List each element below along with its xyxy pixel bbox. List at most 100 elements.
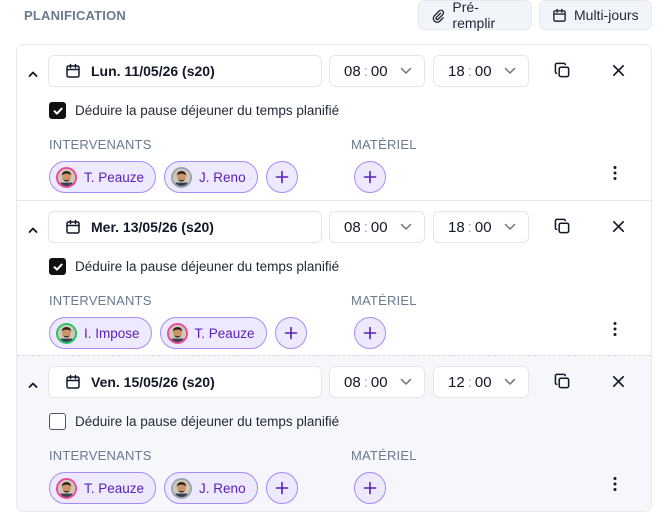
materiel-label: MATÉRIEL: [351, 448, 417, 463]
end-minute: 00: [474, 373, 492, 391]
avatar: [166, 322, 188, 344]
intervenant-name: T. Peauze: [84, 169, 145, 185]
prefill-label: Pré-remplir: [452, 0, 496, 31]
date-value: Mer. 13/05/26 (s20): [91, 219, 214, 235]
prefill-button[interactable]: Pré-remplir: [418, 0, 532, 31]
add-intervenant-button[interactable]: [274, 317, 307, 349]
close-icon[interactable]: [611, 63, 626, 78]
kebab-icon[interactable]: [612, 321, 618, 337]
add-materiel-button[interactable]: [354, 317, 386, 349]
avatar: [171, 166, 193, 188]
intervenants-list: T. Peauze J. Reno: [49, 161, 298, 193]
intervenant-chip[interactable]: J. Reno: [164, 472, 258, 504]
kebab-icon[interactable]: [612, 165, 618, 181]
day-row: Lun. 11/05/26 (s20) 08:00 18:00 Déduire …: [17, 45, 651, 200]
lunch-label: Déduire la pause déjeuner du temps plani…: [75, 103, 340, 118]
multi-days-label: Multi-jours: [574, 7, 639, 23]
add-materiel-button[interactable]: [354, 472, 386, 504]
intervenant-name: J. Reno: [199, 169, 246, 185]
end-time-select[interactable]: 18:00: [433, 55, 529, 87]
avatar: [56, 322, 77, 344]
chevron-down-icon: [504, 67, 516, 74]
chevron-down-icon: [504, 378, 516, 385]
start-time-select[interactable]: 08:00: [329, 55, 425, 87]
add-intervenant-button[interactable]: [265, 472, 298, 504]
plus-icon: [275, 170, 288, 184]
intervenant-chip[interactable]: J. Reno: [164, 161, 258, 193]
close-icon[interactable]: [611, 374, 626, 389]
plus-icon: [275, 481, 288, 495]
day-row: Ven. 15/05/26 (s20) 08:00 12:00 Déduire …: [17, 355, 651, 511]
lunch-checkbox[interactable]: [49, 413, 66, 430]
avatar-face-icon: [58, 479, 75, 497]
start-time-select[interactable]: 08:00: [329, 366, 425, 398]
avatar-face-icon: [58, 168, 75, 186]
intervenants-list: T. Peauze J. Reno: [49, 472, 298, 504]
start-minute: 00: [370, 373, 388, 391]
chevron-down-icon: [504, 223, 516, 230]
end-time-select[interactable]: 18:00: [433, 211, 529, 243]
date-picker[interactable]: Ven. 15/05/26 (s20): [48, 366, 322, 398]
chevron-down-icon: [400, 223, 412, 230]
time-separator: :: [363, 62, 368, 80]
intervenants-label: INTERVENANTS: [49, 293, 152, 308]
copy-icon[interactable]: [554, 373, 571, 390]
avatar: [171, 477, 193, 499]
lunch-checkbox[interactable]: [49, 102, 66, 119]
intervenant-name: J. Reno: [199, 480, 246, 496]
plus-icon: [363, 481, 377, 495]
avatar-face-icon: [173, 479, 191, 497]
start-time-select[interactable]: 08:00: [329, 211, 425, 243]
date-value: Ven. 15/05/26 (s20): [91, 374, 215, 390]
avatar-face-icon: [58, 324, 75, 342]
paperclip-icon: [432, 9, 445, 23]
calendar-icon: [66, 374, 80, 389]
start-hour: 08: [344, 62, 361, 80]
lunch-checkbox[interactable]: [49, 258, 66, 275]
intervenant-chip[interactable]: I. Impose: [49, 317, 152, 349]
chevron-up-icon[interactable]: [25, 66, 41, 82]
calendar-icon: [66, 219, 80, 234]
chevron-up-icon[interactable]: [25, 222, 41, 238]
day-row: Mer. 13/05/26 (s20) 08:00 18:00 Déduire …: [17, 200, 651, 355]
chevron-down-icon: [400, 378, 412, 385]
intervenant-name: T. Peauze: [84, 480, 145, 496]
intervenant-chip[interactable]: T. Peauze: [49, 472, 157, 504]
time-separator: :: [467, 62, 472, 80]
plus-icon: [363, 170, 377, 184]
lunch-deduct-row[interactable]: Déduire la pause déjeuner du temps plani…: [49, 413, 339, 430]
intervenant-chip[interactable]: T. Peauze: [159, 317, 267, 349]
kebab-icon[interactable]: [612, 476, 618, 492]
date-picker[interactable]: Mer. 13/05/26 (s20): [48, 211, 322, 243]
end-time-select[interactable]: 12:00: [433, 366, 529, 398]
close-icon[interactable]: [611, 219, 626, 234]
time-separator: :: [363, 373, 368, 391]
copy-icon[interactable]: [554, 218, 571, 235]
end-minute: 00: [474, 218, 492, 236]
section-title: PLANIFICATION: [24, 8, 127, 23]
planning-header: PLANIFICATION Pré-remplir Multi-jours: [0, 0, 670, 36]
lunch-deduct-row[interactable]: Déduire la pause déjeuner du temps plani…: [49, 258, 339, 275]
add-intervenant-button[interactable]: [265, 161, 298, 193]
plus-icon: [284, 326, 297, 340]
check-icon: [53, 107, 63, 115]
end-hour: 12: [448, 373, 465, 391]
intervenant-chip[interactable]: T. Peauze: [49, 161, 157, 193]
date-picker[interactable]: Lun. 11/05/26 (s20): [48, 55, 322, 87]
start-hour: 08: [344, 218, 361, 236]
materiel-label: MATÉRIEL: [351, 137, 417, 152]
check-icon: [53, 263, 63, 271]
lunch-label: Déduire la pause déjeuner du temps plani…: [75, 259, 340, 274]
add-materiel-button[interactable]: [354, 161, 386, 193]
intervenant-name: I. Impose: [84, 325, 140, 341]
multi-days-button[interactable]: Multi-jours: [539, 0, 652, 30]
avatar-face-icon: [168, 324, 186, 342]
calendar-icon: [553, 8, 566, 22]
date-value: Lun. 11/05/26 (s20): [91, 63, 215, 79]
copy-icon[interactable]: [554, 62, 571, 79]
lunch-deduct-row[interactable]: Déduire la pause déjeuner du temps plani…: [49, 102, 339, 119]
avatar-face-icon: [173, 168, 191, 186]
time-separator: :: [467, 218, 472, 236]
start-hour: 08: [344, 373, 361, 391]
chevron-up-icon[interactable]: [25, 377, 41, 393]
